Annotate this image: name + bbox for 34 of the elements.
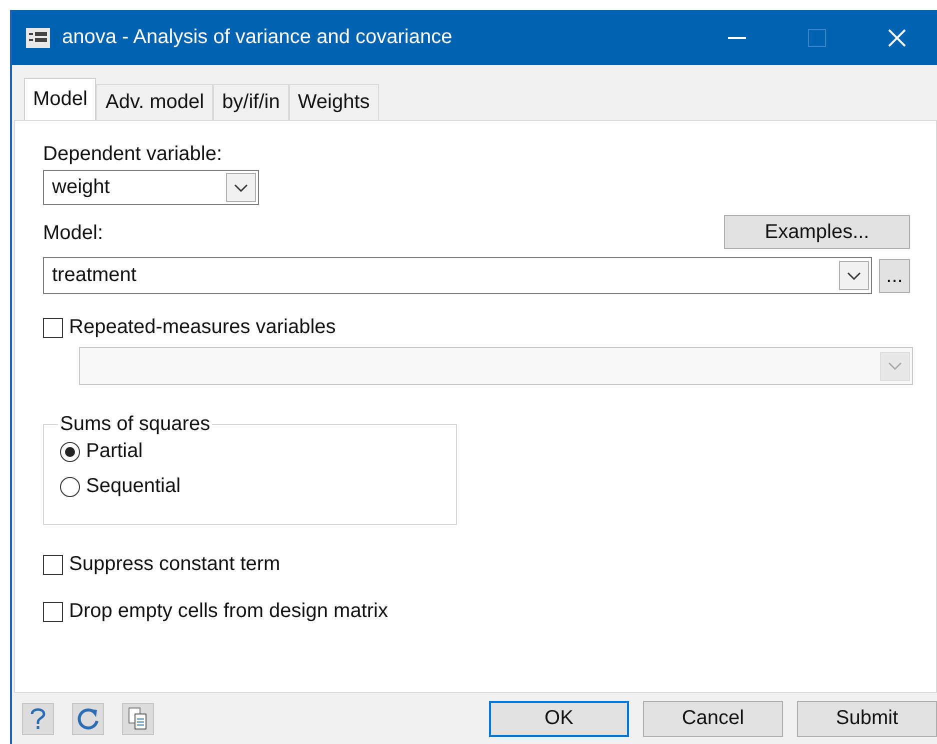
radio-button[interactable]: [60, 476, 80, 496]
checkbox[interactable]: [43, 318, 63, 338]
checkbox-label: Drop empty cells from design matrix: [69, 600, 388, 623]
checkbox[interactable]: [43, 602, 63, 622]
tab[interactable]: Adv. model: [96, 84, 214, 120]
examples-button[interactable]: Examples...: [724, 215, 910, 249]
tab[interactable]: Weights: [288, 84, 379, 120]
dialog-button[interactable]: Submit: [797, 700, 937, 736]
field-label: Dependent variable:: [43, 143, 224, 166]
caret-icon: [887, 361, 903, 371]
radio-label: Sequential: [86, 475, 181, 498]
close-icon[interactable]: [888, 28, 906, 46]
copy-icon[interactable]: [122, 702, 154, 734]
dialog-button[interactable]: Cancel: [643, 700, 783, 736]
tab[interactable]: by/if/in: [213, 84, 289, 120]
caret-icon: [846, 270, 862, 280]
model-combo[interactable]: treatment: [43, 257, 872, 294]
checkbox-label: Repeated-measures variables: [69, 316, 336, 339]
dialog-button[interactable]: OK: [489, 700, 629, 736]
checkbox[interactable]: [43, 554, 63, 574]
dependent-variable-combo[interactable]: weight: [43, 170, 259, 205]
help-icon[interactable]: [22, 702, 54, 734]
dialog-icon: [26, 28, 50, 48]
radio-label: Partial: [86, 440, 143, 463]
checkbox-label: Suppress constant term: [69, 553, 280, 576]
window-title: anova - Analysis of variance and covariance: [62, 26, 454, 49]
reset-icon[interactable]: [72, 702, 104, 734]
minimize-icon[interactable]: [728, 36, 746, 38]
browse-button[interactable]: ...: [879, 258, 910, 292]
group-title: Sums of squares: [59, 413, 212, 436]
field-label: Model:: [43, 222, 104, 245]
radio-button[interactable]: [60, 442, 80, 462]
caret-icon: [233, 182, 249, 192]
tab[interactable]: Model: [24, 78, 96, 120]
